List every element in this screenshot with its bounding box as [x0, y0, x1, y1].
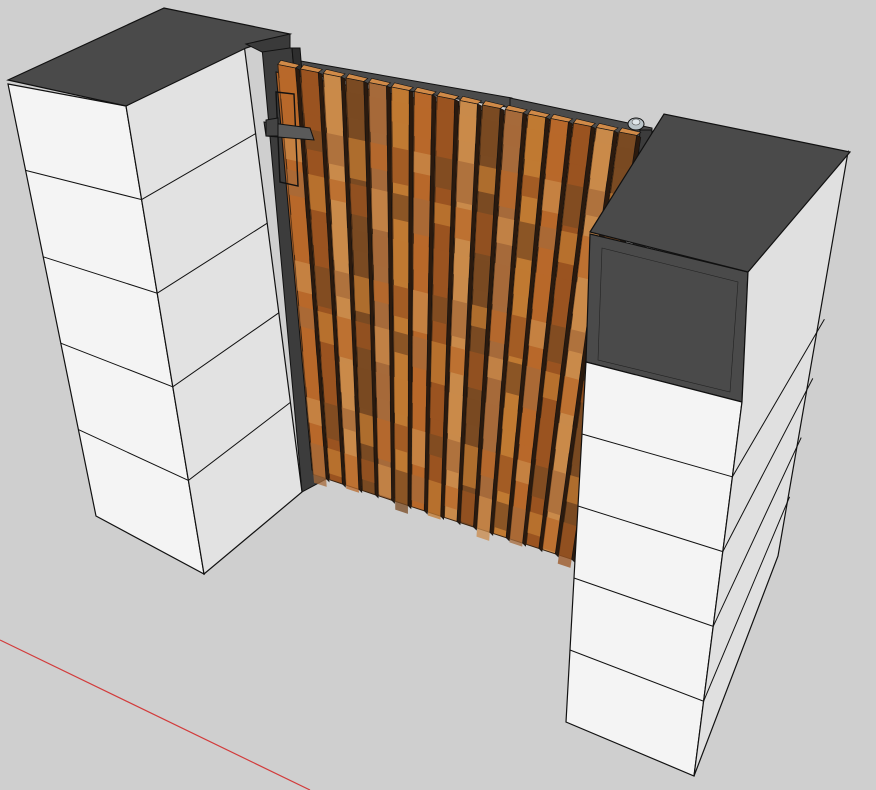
wood-grain-band: [411, 428, 426, 469]
wood-grain-band: [427, 479, 442, 520]
wood-grain-band: [451, 299, 468, 340]
wood-grain-band: [375, 371, 391, 402]
wood-grain-band: [569, 136, 590, 167]
wood-grain-band: [339, 361, 355, 397]
hinge-pin-top: [631, 118, 641, 126]
wood-grain-band: [392, 238, 409, 284]
gate-slat: [391, 82, 415, 514]
wood-grain-band: [359, 412, 374, 448]
wood-grain-band: [378, 463, 392, 499]
wood-grain-band: [317, 310, 335, 346]
wood-grain-band: [471, 304, 488, 330]
wood-grain-band: [528, 319, 547, 350]
wood-grain-band: [352, 229, 369, 254]
wood-grain-band: [334, 270, 351, 300]
wood-grain-band: [394, 469, 409, 514]
wood-grain-band: [465, 397, 482, 428]
wood-grain-band: [472, 258, 491, 293]
wood-grain-band: [435, 155, 453, 191]
wood-grain-band: [412, 382, 427, 407]
wood-grain-band: [444, 484, 459, 511]
wood-grain-band: [502, 123, 522, 148]
wood-grain-band: [513, 267, 532, 298]
wood-grain-band: [371, 188, 389, 233]
wood-grain-band: [329, 178, 347, 203]
wood-grain-band: [467, 350, 485, 391]
wood-grain-band: [413, 197, 431, 237]
wood-grain-band: [412, 289, 429, 335]
wood-grain-band: [435, 109, 455, 155]
wood-grain-band: [413, 151, 431, 176]
wood-grain-band: [502, 407, 519, 433]
wood-grain-band: [446, 438, 461, 474]
wood-grain-band: [479, 118, 500, 159]
wood-grain-band: [414, 105, 432, 140]
latch-handle: [265, 117, 279, 137]
wood-grain-band: [487, 355, 504, 381]
wood-grain-band: [327, 447, 343, 478]
wood-grain-band: [553, 277, 573, 303]
wood-grain-band: [348, 137, 367, 182]
wood-grain-band: [301, 82, 321, 117]
wood-grain-band: [454, 206, 473, 242]
wood-grain-band: [429, 387, 445, 423]
wood-grain-band: [430, 340, 447, 386]
wood-grain-band: [326, 132, 345, 167]
wood-grain-band: [413, 243, 430, 274]
wood-grain-band: [393, 284, 409, 320]
wood-grain-band: [394, 423, 409, 453]
wood-grain-band: [478, 165, 497, 195]
wood-grain-band: [346, 91, 365, 121]
wood-grain-band: [521, 174, 541, 200]
wood-grain-band: [370, 142, 388, 172]
wood-grain-band: [538, 225, 557, 251]
wood-grain-band: [460, 490, 476, 526]
wood-grain-band: [392, 146, 410, 187]
wood-grain-band: [474, 211, 494, 257]
wood-grain-band: [355, 320, 372, 351]
wood-grain-band: [489, 309, 508, 345]
wood-grain-band: [336, 315, 354, 361]
wood-grain-band: [447, 392, 464, 438]
wood-grain-band: [498, 169, 519, 210]
wood-grain-band: [412, 335, 428, 371]
wood-grain-band: [392, 192, 409, 223]
wood-grain-band: [376, 417, 392, 463]
wood-grain-band: [391, 100, 410, 125]
wood-grain-band: [374, 325, 390, 366]
wood-grain-band: [324, 87, 344, 132]
wood-grain-band: [432, 294, 449, 325]
wood-grain-band: [434, 202, 452, 227]
wood-grain-band: [294, 260, 313, 295]
wood-grain-band: [372, 234, 389, 269]
wood-grain-band: [306, 396, 323, 427]
gate-hinge[interactable]: [627, 117, 645, 131]
wood-grain-band: [453, 253, 471, 278]
wood-grain-band: [432, 248, 450, 289]
wood-grain-band: [357, 366, 373, 412]
wood-grain-band: [429, 433, 444, 459]
wood-grain-band: [394, 376, 409, 417]
wood-grain-band: [350, 183, 368, 218]
wood-grain-band: [496, 216, 515, 247]
wood-grain-band: [311, 219, 329, 249]
sketchup-viewport[interactable]: [0, 0, 876, 790]
wood-grain-band: [308, 173, 327, 213]
wood-grain-band: [393, 330, 409, 356]
wood-grain-band: [524, 127, 545, 163]
wood-grain-band: [369, 96, 388, 136]
wood-grain-band: [458, 114, 477, 144]
wood-grain-band: [456, 160, 475, 206]
wood-grain-band: [353, 275, 371, 315]
wood-grain-band: [480, 449, 497, 480]
wood-grain-band: [373, 279, 390, 305]
wood-grain-band: [331, 224, 350, 264]
wood-grain-band: [279, 78, 299, 103]
wood-grain-band: [344, 453, 359, 493]
wood-grain-band: [411, 474, 425, 505]
wood-grain-band: [515, 459, 532, 485]
3d-model-scene[interactable]: [0, 0, 876, 790]
wood-grain-band: [449, 345, 466, 376]
